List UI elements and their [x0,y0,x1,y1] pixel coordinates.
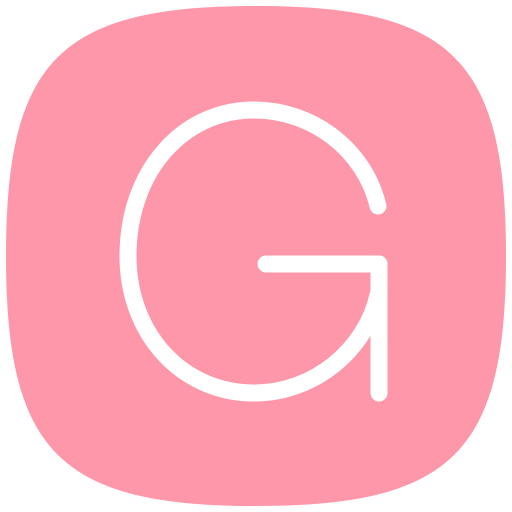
app-icon-graphic [6,6,506,506]
icon-background-squircle [6,6,506,506]
app-icon[interactable] [0,0,512,512]
